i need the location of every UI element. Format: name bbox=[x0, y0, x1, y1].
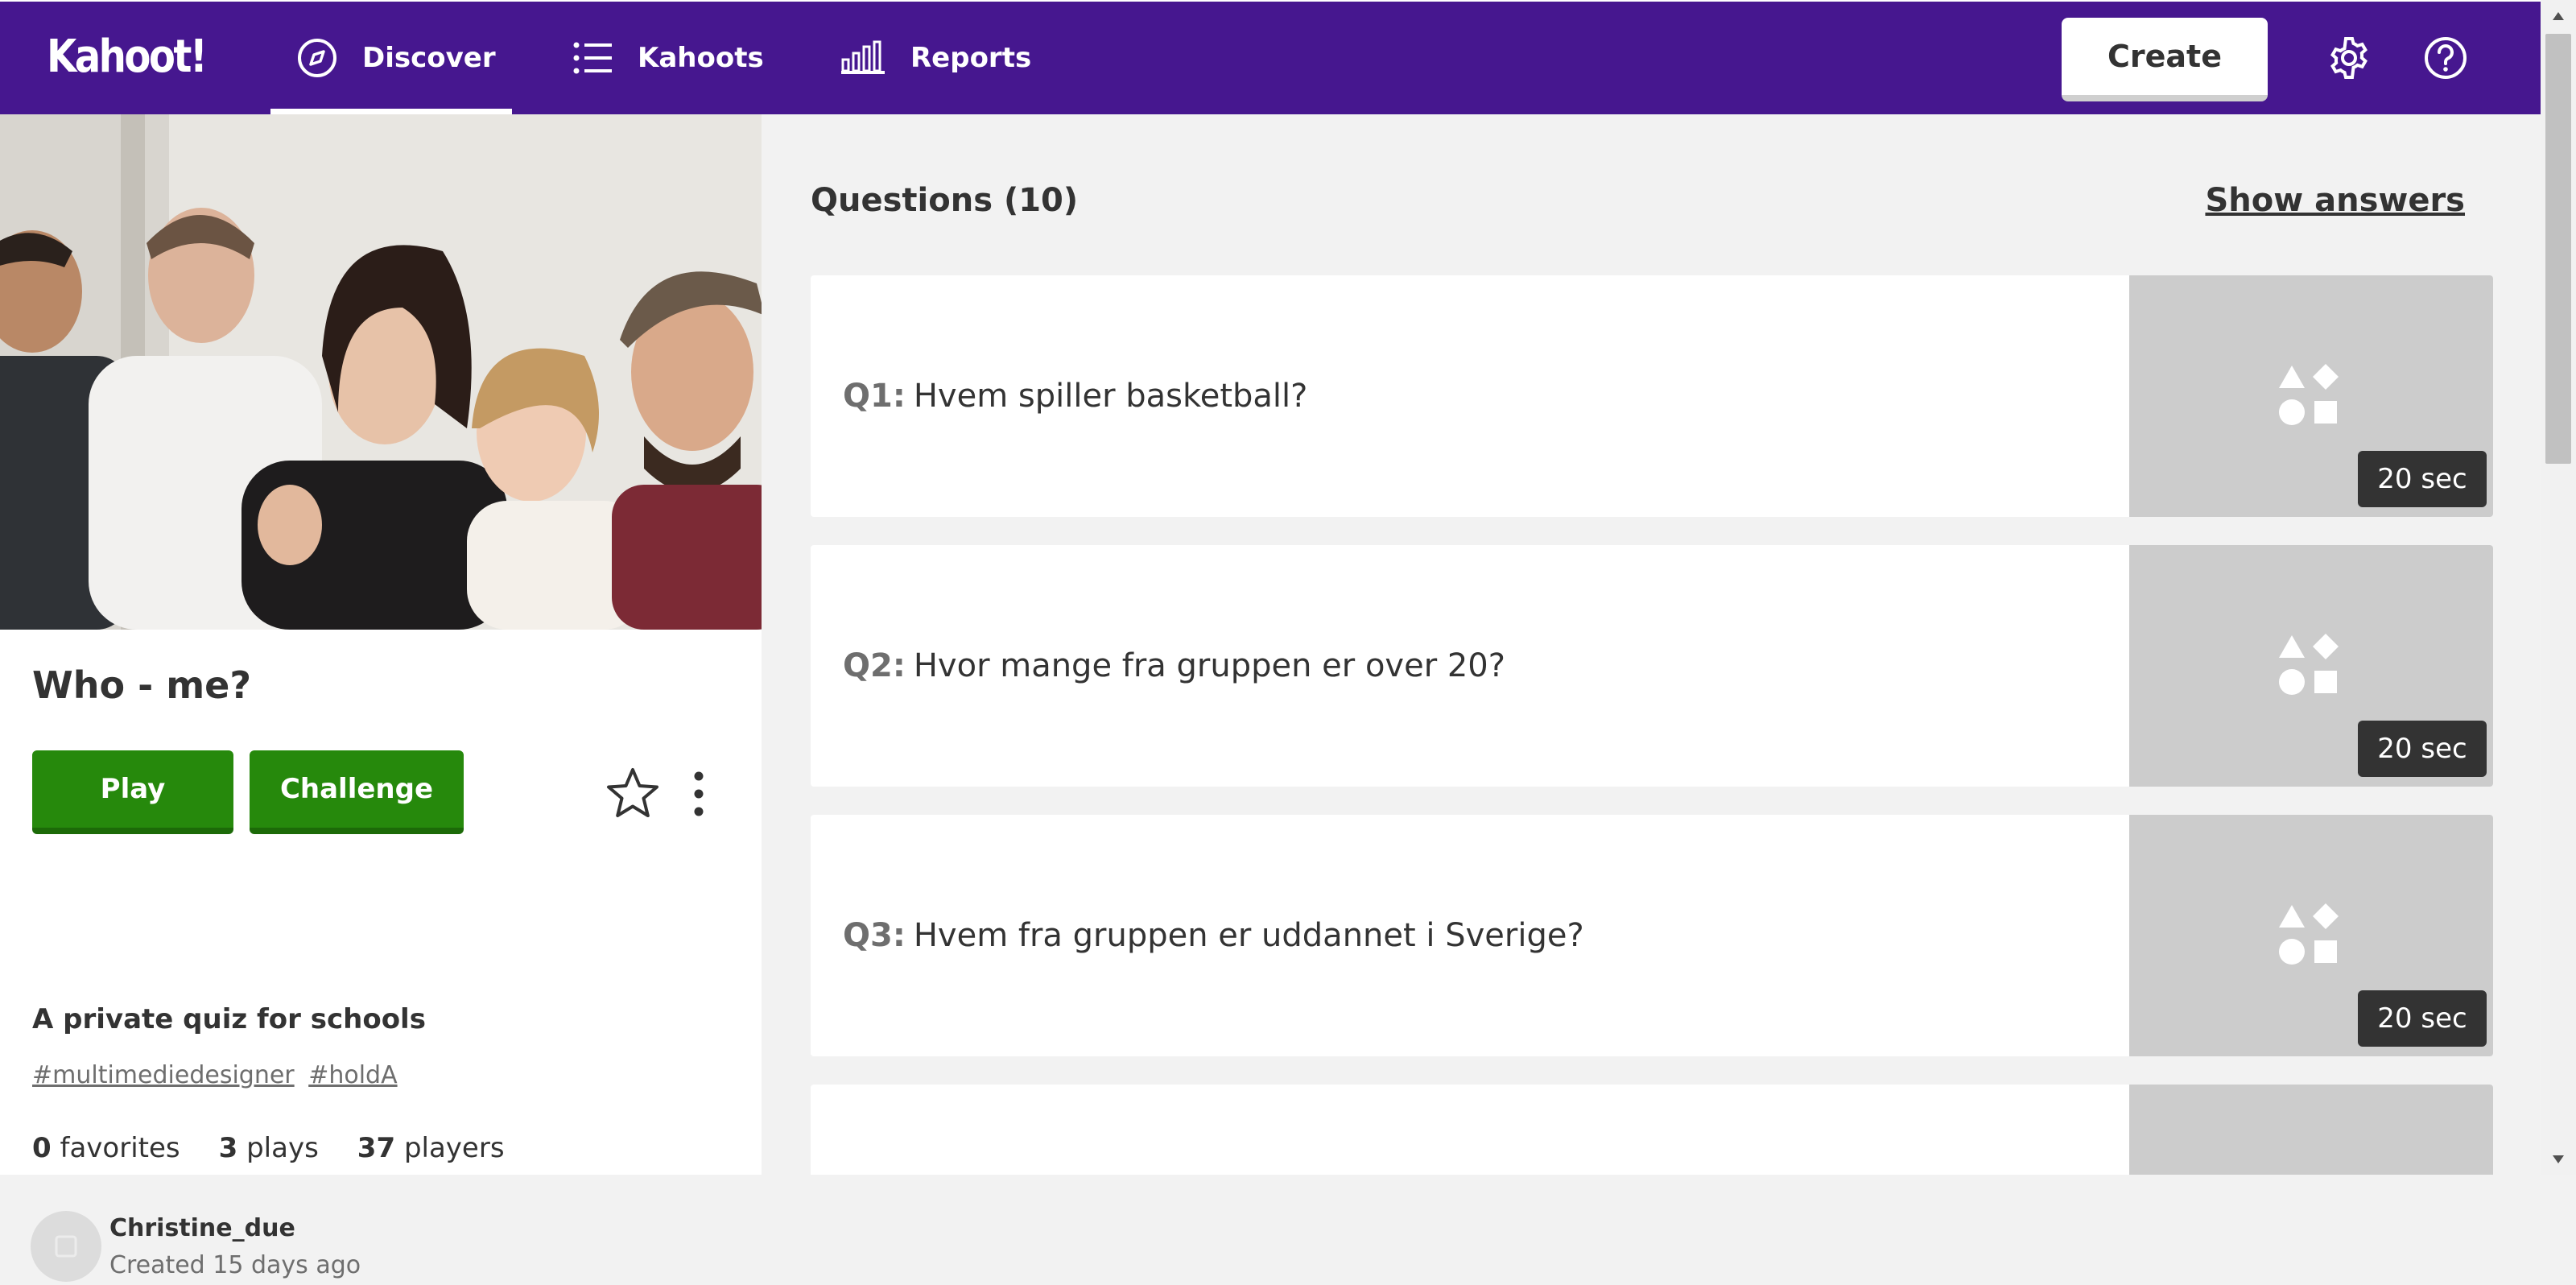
tag-link[interactable]: #holdA bbox=[308, 1061, 397, 1089]
question-card[interactable]: Q1: Hvem spiller basketball? 20 sec bbox=[811, 275, 2493, 517]
question-title: Hvem fra gruppen er uddannet i Sverige? bbox=[913, 917, 1584, 954]
favorites-stat: 0 favorites bbox=[32, 1132, 180, 1164]
compass-icon bbox=[298, 39, 336, 77]
more-options-button[interactable] bbox=[675, 765, 723, 823]
nav-discover-label: Discover bbox=[362, 42, 496, 74]
gear-icon bbox=[2330, 37, 2368, 79]
scroll-down-arrow-icon[interactable] bbox=[2550, 1151, 2566, 1167]
kahoot-title: Who - me? bbox=[32, 663, 252, 707]
tag-list: #multimediedesigner #holdA bbox=[32, 1061, 404, 1089]
page-scrollbar[interactable] bbox=[2541, 0, 2576, 1175]
time-limit-badge: 20 sec bbox=[2358, 721, 2487, 777]
time-limit-badge: 20 sec bbox=[2358, 451, 2487, 507]
question-text: Q2: Hvor mange fra gruppen er over 20? bbox=[843, 545, 1505, 787]
nav-kahoots-label: Kahoots bbox=[638, 42, 764, 74]
time-limit-badge: 20 sec bbox=[2358, 990, 2487, 1047]
plays-label: plays bbox=[246, 1132, 319, 1164]
answer-shapes-icon bbox=[2279, 364, 2339, 425]
nav-kahoots[interactable]: Kahoots bbox=[573, 2, 764, 114]
question-circle-icon bbox=[2425, 37, 2467, 79]
group-photo-image bbox=[0, 114, 762, 630]
more-vertical-icon bbox=[694, 771, 704, 816]
question-thumbnail: 20 sec bbox=[2129, 545, 2493, 787]
star-icon bbox=[607, 768, 658, 817]
top-navigation-bar: Kahoot! Discover Kahoots Reports Create bbox=[0, 0, 2541, 115]
challenge-button[interactable]: Challenge bbox=[250, 750, 464, 834]
favorites-label: favorites bbox=[60, 1132, 180, 1164]
play-button[interactable]: Play bbox=[32, 750, 233, 834]
create-button[interactable]: Create bbox=[2062, 18, 2268, 101]
created-date: Created 15 days ago bbox=[109, 1251, 361, 1279]
plays-stat: 3 plays bbox=[219, 1132, 319, 1164]
question-title: Hvor mange fra gruppen er over 20? bbox=[913, 647, 1505, 684]
nav-discover[interactable]: Discover bbox=[296, 2, 496, 114]
author-name[interactable]: Christine_due bbox=[109, 1214, 295, 1242]
question-number: Q3: bbox=[843, 917, 906, 954]
nav-reports[interactable]: Reports bbox=[840, 2, 1031, 114]
tag-link[interactable]: #multimediedesigner bbox=[32, 1061, 295, 1089]
players-count: 37 bbox=[357, 1132, 396, 1164]
nav-reports-label: Reports bbox=[910, 42, 1032, 74]
question-card[interactable] bbox=[811, 1085, 2493, 1175]
kahoot-logo[interactable]: Kahoot! bbox=[47, 31, 208, 83]
scrollbar-thumb[interactable] bbox=[2545, 34, 2571, 464]
kahoot-k-placeholder-icon bbox=[55, 1235, 77, 1258]
kahoot-stats: 0 favorites 3 plays 37 players bbox=[32, 1132, 543, 1164]
question-number: Q1: bbox=[843, 378, 906, 415]
question-card[interactable]: Q3: Hvem fra gruppen er uddannet i Sveri… bbox=[811, 815, 2493, 1056]
question-title: Hvem spiller basketball? bbox=[913, 378, 1308, 415]
question-number: Q2: bbox=[843, 647, 906, 684]
settings-button[interactable] bbox=[2320, 29, 2378, 87]
question-text: Q1: Hvem spiller basketball? bbox=[843, 275, 1307, 517]
question-thumbnail: 20 sec bbox=[2129, 815, 2493, 1056]
answer-shapes-icon bbox=[2279, 634, 2339, 695]
kahoot-description: A private quiz for schools bbox=[32, 1003, 426, 1035]
kahoot-details-panel: Who - me? Play Challenge A private quiz … bbox=[0, 114, 762, 1282]
favorite-button[interactable] bbox=[604, 765, 662, 823]
players-stat: 37 players bbox=[357, 1132, 505, 1164]
favorites-count: 0 bbox=[32, 1132, 52, 1164]
list-icon bbox=[573, 42, 612, 74]
players-label: players bbox=[403, 1132, 505, 1164]
question-thumbnail bbox=[2129, 1085, 2493, 1175]
bar-chart-icon bbox=[841, 40, 885, 74]
scroll-up-arrow-icon[interactable] bbox=[2550, 8, 2566, 24]
question-text: Q3: Hvem fra gruppen er uddannet i Sveri… bbox=[843, 815, 1584, 1056]
help-button[interactable] bbox=[2417, 29, 2475, 87]
show-answers-button[interactable]: Show answers bbox=[2205, 182, 2465, 219]
plays-count: 3 bbox=[218, 1132, 238, 1164]
question-card[interactable]: Q2: Hvor mange fra gruppen er over 20? 2… bbox=[811, 545, 2493, 787]
question-thumbnail: 20 sec bbox=[2129, 275, 2493, 517]
author-avatar[interactable] bbox=[31, 1211, 101, 1282]
answer-shapes-icon bbox=[2279, 903, 2339, 965]
cover-image bbox=[0, 114, 762, 630]
questions-heading: Questions (10) bbox=[811, 182, 1079, 219]
